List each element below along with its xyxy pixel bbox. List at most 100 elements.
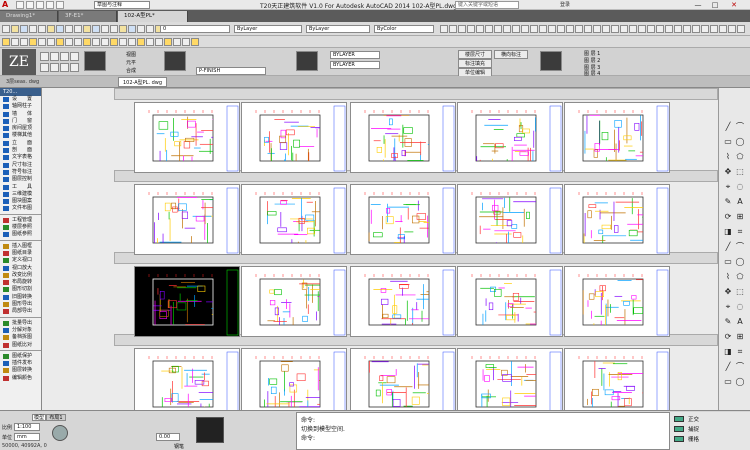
layer-tool-icon[interactable] <box>2 38 10 46</box>
tab-102-a[interactable]: 102-A型PL* <box>118 11 188 22</box>
toolbar-icon[interactable] <box>692 25 700 33</box>
layout-viewport-icon[interactable] <box>84 51 106 71</box>
toolbar-icon[interactable] <box>119 25 127 33</box>
draw-tool-icon[interactable]: ⌖ <box>723 302 733 311</box>
layer-tool-icon[interactable] <box>137 38 145 46</box>
toolbar-icon[interactable] <box>521 25 529 33</box>
toolbar-icon[interactable] <box>656 25 664 33</box>
draw-tool-icon[interactable]: ◯ <box>735 257 745 266</box>
snap-toggle-icon[interactable] <box>674 426 684 432</box>
layer-states-icon[interactable] <box>540 51 562 71</box>
layer-tool-icon[interactable] <box>101 38 109 46</box>
toolbar-icon[interactable] <box>719 25 727 33</box>
layer-tool-icon[interactable] <box>182 38 190 46</box>
ortho-label[interactable]: 正交 <box>688 415 699 423</box>
toolbar-icon[interactable] <box>728 25 736 33</box>
layer-tool-icon[interactable] <box>20 38 28 46</box>
toolbar-icon[interactable] <box>566 25 574 33</box>
ortho-toggle-icon[interactable] <box>674 416 684 422</box>
draw-tool-icon[interactable]: ⬚ <box>735 287 745 296</box>
command-window[interactable]: 命令: 切换到模型空间. 命令: <box>296 412 670 450</box>
toolbar-icon[interactable] <box>620 25 628 33</box>
draw-tool-icon[interactable]: ✥ <box>723 287 733 296</box>
palette-item[interactable]: 图纸比对 <box>0 342 41 349</box>
unit-select[interactable]: mm <box>14 433 40 441</box>
tab-3f-e1[interactable]: 3F-E1* <box>59 11 117 22</box>
palette-item[interactable]: 墙 体 <box>0 111 41 118</box>
palette-item[interactable]: 备档拆图 <box>0 334 41 341</box>
palette-item[interactable]: 视口放大 <box>0 265 41 272</box>
layout-sheet[interactable] <box>241 348 347 410</box>
linetype-select-2[interactable]: BYLAYER <box>330 51 380 59</box>
layer-tool-icon[interactable] <box>173 38 181 46</box>
layer-select[interactable]: 0 <box>160 25 230 33</box>
save-icon[interactable] <box>36 1 44 9</box>
toolbar-icon[interactable] <box>440 25 448 33</box>
ribbon-icon[interactable] <box>60 63 69 72</box>
draw-tool-icon[interactable]: ⟳ <box>723 332 733 341</box>
toolbar-icon[interactable] <box>593 25 601 33</box>
toolbar-icon[interactable] <box>449 25 457 33</box>
layer-toggle-2[interactable]: 图 层 2 <box>584 57 600 64</box>
palette-item[interactable]: 旧图转换 <box>0 294 41 301</box>
draw-tool-icon[interactable]: ⌇ <box>723 272 733 281</box>
plotstyle-select[interactable]: ByColor <box>374 25 434 33</box>
draw-tool-icon[interactable]: ◌ <box>735 302 745 311</box>
draw-tool-icon[interactable]: ▭ <box>723 377 733 386</box>
layer-tool-icon[interactable] <box>65 38 73 46</box>
draw-tool-icon[interactable]: ⌗ <box>735 227 745 236</box>
elevation-input[interactable]: 0.00 <box>156 433 180 441</box>
palette-item[interactable]: 文字表格 <box>0 154 41 161</box>
layout-sheet[interactable] <box>564 348 670 410</box>
ribbon-icon[interactable] <box>70 52 79 61</box>
layer-tool-icon[interactable] <box>56 38 64 46</box>
workspace-select[interactable]: 草图与注释 <box>94 1 150 9</box>
layer-tool-icon[interactable] <box>83 38 91 46</box>
layer-tool-icon[interactable] <box>110 38 118 46</box>
layout-sheet[interactable] <box>457 266 563 337</box>
toolbar-icon[interactable] <box>557 25 565 33</box>
draw-tool-icon[interactable]: A <box>735 197 745 206</box>
ribbon-icon[interactable] <box>70 63 79 72</box>
palette-item[interactable]: 局部导出 <box>0 308 41 315</box>
layer-tool-icon[interactable] <box>47 38 55 46</box>
toolbar-icon[interactable] <box>128 25 136 33</box>
draw-tool-icon[interactable]: ▭ <box>723 257 733 266</box>
linetype-select-3[interactable]: BYLAYER <box>330 61 380 69</box>
draw-tool-icon[interactable]: ◨ <box>723 227 733 236</box>
palette-item[interactable]: 图层控制 <box>0 176 41 183</box>
layer-tool-icon[interactable] <box>128 38 136 46</box>
palette-item[interactable]: 图纸保护 <box>0 353 41 360</box>
draw-tool-icon[interactable]: ✥ <box>723 167 733 176</box>
palette-item[interactable]: 定义视口 <box>0 257 41 264</box>
layer-manager-icon[interactable] <box>164 51 186 71</box>
toolbar-icon[interactable] <box>137 25 145 33</box>
toolbar-icon[interactable] <box>602 25 610 33</box>
layout-sheet[interactable] <box>564 102 670 173</box>
palette-item[interactable]: 图纸参照 <box>0 231 41 238</box>
match-properties-icon[interactable] <box>296 51 318 71</box>
layer-tool-icon[interactable] <box>164 38 172 46</box>
toolbar-icon[interactable] <box>83 25 91 33</box>
palette-item[interactable]: 楼梯其他 <box>0 132 41 139</box>
minimize-button[interactable]: — <box>690 0 706 10</box>
layer-tool-icon[interactable] <box>155 38 163 46</box>
draw-tool-icon[interactable]: ⌒ <box>735 362 745 371</box>
toolbar-icon[interactable] <box>674 25 682 33</box>
draw-tool-icon[interactable]: ⊞ <box>735 212 745 221</box>
draw-tool-icon[interactable]: ◯ <box>735 377 745 386</box>
toolbar-icon[interactable] <box>56 25 64 33</box>
draw-tool-icon[interactable]: ⌗ <box>735 347 745 356</box>
undo-icon[interactable] <box>46 1 54 9</box>
search-input[interactable]: 键入关键字或短语 <box>455 1 519 9</box>
layer-tool-icon[interactable] <box>38 38 46 46</box>
toolbar-icon[interactable] <box>638 25 646 33</box>
snap-label[interactable]: 捕捉 <box>688 425 699 433</box>
palette-item[interactable]: 文件布图 <box>0 205 41 212</box>
toolbar-icon[interactable] <box>110 25 118 33</box>
globe-icon[interactable] <box>52 425 68 441</box>
draw-tool-icon[interactable]: ⬠ <box>735 152 745 161</box>
scale-select[interactable]: 1:100 <box>14 423 40 431</box>
toolbar-icon[interactable] <box>629 25 637 33</box>
toolbar-icon[interactable] <box>11 25 19 33</box>
